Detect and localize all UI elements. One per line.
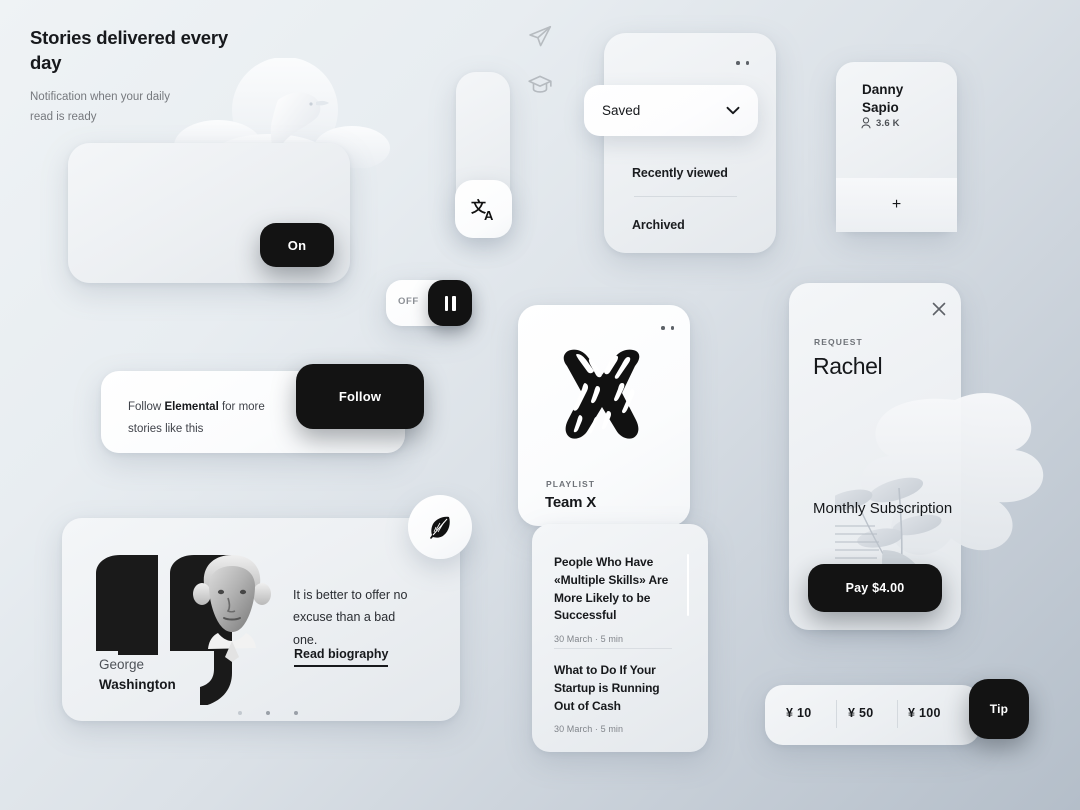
- article-meta: 30 March · 5 min: [554, 634, 624, 644]
- follow-text-before: Follow: [128, 401, 165, 413]
- feather-badge-button[interactable]: [408, 495, 472, 559]
- quote-text: It is better to offer no excuse than a b…: [293, 588, 408, 647]
- dropdown-panel: [604, 33, 776, 253]
- request-plan: Monthly Subscription: [813, 500, 953, 517]
- person-icon: [861, 117, 871, 129]
- graduation-cap-icon[interactable]: [527, 72, 553, 98]
- follow-text: Follow Elemental for more stories like t…: [128, 396, 293, 441]
- profile-name: Danny Sapio: [862, 82, 904, 115]
- article-title: People Who Have «Multiple Skills» Are Mo…: [554, 555, 669, 623]
- notification-subtitle: Notification when your daily read is rea…: [30, 91, 170, 123]
- tip-button[interactable]: Tip: [969, 679, 1029, 739]
- profile-followers-count: 3.6 K: [876, 117, 900, 129]
- dropdown-selected-label: Saved: [602, 103, 641, 118]
- send-icon[interactable]: [527, 24, 553, 50]
- quote-author: George Washington: [99, 655, 176, 694]
- request-kicker: REQUEST: [814, 337, 863, 347]
- more-dots-icon[interactable]: [736, 61, 749, 65]
- tip-amount-100[interactable]: ¥ 100: [908, 706, 941, 720]
- article-divider: [554, 648, 672, 649]
- list-item[interactable]: What to Do If Your Startup is Running Ou…: [554, 662, 670, 734]
- pause-icon-bar: [444, 295, 448, 311]
- follow-brand: Elemental: [164, 401, 219, 413]
- dropdown-option-recently-viewed[interactable]: Recently viewed: [632, 166, 728, 180]
- pay-button[interactable]: Pay $4.00: [808, 564, 942, 612]
- list-item[interactable]: People Who Have «Multiple Skills» Are Mo…: [554, 554, 670, 644]
- quote-author-first: George: [99, 657, 145, 672]
- profile-followers: 3.6 K: [861, 117, 900, 129]
- translate-button[interactable]: 文 A: [455, 180, 512, 238]
- translate-icon: 文 A: [471, 198, 494, 223]
- quote-pagination[interactable]: [238, 711, 298, 715]
- follow-button[interactable]: Follow: [296, 364, 424, 429]
- letter-x-artwork: [563, 349, 640, 439]
- tip-amount-50[interactable]: ¥ 50: [848, 706, 874, 720]
- dropdown-option-archived[interactable]: Archived: [632, 218, 685, 232]
- quote-author-last: Washington: [99, 676, 176, 692]
- profile-add-button[interactable]: +: [836, 178, 957, 232]
- playlist-kicker: PLAYLIST: [546, 479, 596, 489]
- dropdown-selected[interactable]: Saved: [584, 85, 758, 136]
- tip-amount-10[interactable]: ¥ 10: [786, 706, 812, 720]
- read-biography-link[interactable]: Read biography: [294, 647, 389, 667]
- playlist-title: Team X: [545, 494, 597, 511]
- dropdown-divider: [634, 196, 737, 197]
- svg-text:A: A: [484, 208, 494, 223]
- toggle-label: OFF: [398, 296, 419, 307]
- article-scrollbar[interactable]: [687, 554, 689, 616]
- close-icon[interactable]: [930, 300, 948, 318]
- chevron-down-icon: [726, 106, 740, 115]
- george-washington-portrait: [193, 555, 271, 662]
- request-name: Rachel: [813, 353, 883, 379]
- more-dots-icon[interactable]: [661, 326, 674, 330]
- toggle-knob[interactable]: [428, 280, 472, 326]
- tip-separator: [836, 700, 837, 728]
- notification-title: Stories delivered every day: [30, 27, 228, 73]
- notification-on-button[interactable]: On: [260, 223, 334, 267]
- article-meta: 30 March · 5 min: [554, 724, 624, 735]
- pause-icon-bar: [452, 295, 456, 311]
- canvas: Stories delivered every day Notification…: [0, 0, 1080, 810]
- article-title: What to Do If Your Startup is Running Ou…: [554, 663, 660, 713]
- tip-separator: [897, 700, 898, 728]
- feather-icon: [430, 516, 450, 539]
